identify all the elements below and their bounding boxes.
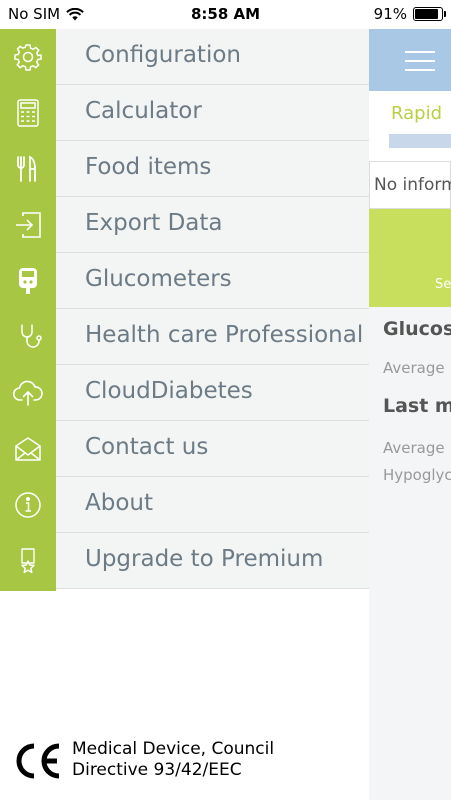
cloud-upload-icon: [0, 365, 56, 421]
average-label: Average: [383, 359, 445, 377]
menu-item-food-items[interactable]: Food items: [0, 141, 369, 197]
calculator-icon: [0, 85, 56, 141]
menu-item-configuration[interactable]: Configuration: [0, 29, 369, 85]
menu-label: Food items: [85, 154, 212, 180]
menu-label: About: [85, 490, 154, 516]
menu-item-glucometers[interactable]: Glucometers: [0, 253, 369, 309]
battery-icon: [413, 7, 446, 21]
menu-label: Export Data: [85, 210, 223, 236]
menu-label: Calculator: [85, 98, 202, 124]
menu-label: Configuration: [85, 42, 241, 68]
status-bar: No SIM 8:58 AM 91%: [0, 0, 451, 29]
tab-rapid[interactable]: Rapid: [369, 91, 451, 161]
average-label-2: Average: [383, 439, 445, 457]
tab-indicator: [389, 134, 451, 148]
status-right: 91%: [373, 5, 446, 23]
green-panel-label: Se: [435, 277, 451, 292]
menu-label: Contact us: [85, 434, 209, 460]
ce-line-2: Directive 93/42/EEC: [72, 760, 242, 780]
info-box: No inform: [369, 161, 451, 209]
menu-item-clouddiabetes[interactable]: CloudDiabetes: [0, 365, 369, 421]
menu-label: Health care Professional: [85, 322, 364, 348]
premium-badge-icon: [0, 533, 56, 589]
green-panel[interactable]: Se: [369, 209, 451, 307]
menu-label: Glucometers: [85, 266, 232, 292]
stethoscope-icon: [0, 309, 56, 365]
hypo-label: Hypoglyc: [383, 466, 451, 484]
last-title: Last m: [383, 395, 451, 417]
battery-percent: 91%: [373, 5, 407, 23]
background-screen: Rapid No inform Se Glucos Average Last m…: [369, 29, 451, 800]
info-icon: [0, 477, 56, 533]
ce-mark-logo: [16, 743, 60, 779]
glucose-title: Glucos: [383, 318, 451, 340]
menu-item-export-data[interactable]: Export Data: [0, 197, 369, 253]
envelope-icon: [0, 421, 56, 477]
menu-item-about[interactable]: About: [0, 477, 369, 533]
gear-icon: [0, 29, 56, 85]
glucometer-icon: [0, 253, 56, 309]
info-text: No inform: [374, 175, 451, 195]
hamburger-menu-icon[interactable]: [405, 51, 435, 78]
background-header: [369, 29, 451, 91]
ce-compliance-text: Medical Device, Council Directive 93/42/…: [72, 739, 274, 781]
ce-line-1: Medical Device, Council: [72, 739, 275, 759]
menu-label: CloudDiabetes: [85, 378, 253, 404]
navigation-drawer: Configuration Calculator Food items Expo…: [0, 29, 369, 800]
menu-item-upgrade-premium[interactable]: Upgrade to Premium: [0, 533, 369, 589]
fork-knife-icon: [0, 141, 56, 197]
menu-item-health-care-professional[interactable]: Health care Professional: [0, 309, 369, 365]
tab-rapid-label: Rapid: [391, 103, 442, 124]
menu-item-contact-us[interactable]: Contact us: [0, 421, 369, 477]
menu-item-calculator[interactable]: Calculator: [0, 85, 369, 141]
menu-label: Upgrade to Premium: [85, 546, 324, 572]
export-icon: [0, 197, 56, 253]
